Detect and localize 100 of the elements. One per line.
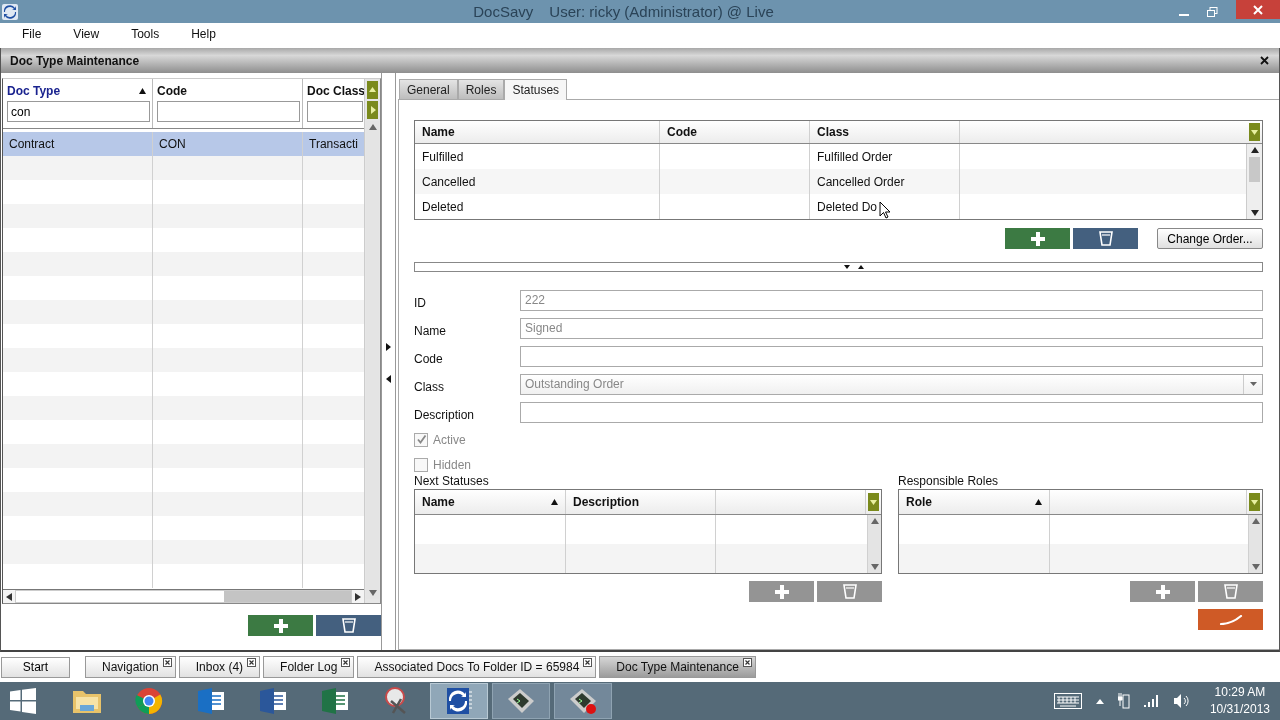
filter-field[interactable] [307, 101, 363, 122]
dropdown[interactable]: Outstanding Order [520, 373, 1263, 395]
tab[interactable]: Roles [457, 79, 505, 99]
window-title: DocSavy [473, 3, 534, 20]
input-field[interactable] [520, 345, 1263, 367]
column-header[interactable]: Doc Type [7, 83, 61, 98]
menu-item[interactable]: File [12, 27, 52, 41]
column-header[interactable]: Doc Class [307, 83, 364, 98]
document-app-icon [259, 687, 287, 715]
trash-icon [341, 618, 356, 633]
column-chooser-icon[interactable] [1249, 123, 1260, 141]
check-icon [415, 434, 427, 445]
show-hidden-icons-icon[interactable] [1095, 698, 1104, 704]
signal-icon[interactable] [1143, 695, 1160, 707]
app-icon [2, 3, 18, 20]
add-button[interactable] [1005, 228, 1070, 249]
vertical-scrollbar[interactable] [1246, 144, 1262, 219]
filter-field[interactable] [157, 101, 300, 122]
input-field[interactable]: Signed [520, 317, 1263, 339]
delete-button[interactable] [1073, 228, 1138, 249]
scroll-right-arrow-icon[interactable] [355, 592, 361, 601]
column-header[interactable]: Code [660, 121, 810, 143]
delete-button[interactable] [817, 581, 882, 602]
close-icon[interactable] [1260, 56, 1269, 65]
column-header[interactable]: Class [810, 121, 960, 143]
table-cell-text: Transacti [308, 136, 359, 153]
taskbar-app[interactable] [554, 683, 612, 719]
collapse-bar[interactable] [414, 262, 1263, 272]
field-label: ID [414, 295, 427, 310]
close-icon[interactable] [162, 658, 172, 667]
collapse-left-icon[interactable] [386, 375, 391, 383]
document-tab[interactable]: Inbox (4) [178, 656, 261, 678]
column-chooser-icon[interactable] [868, 493, 879, 511]
windows-start-icon[interactable] [10, 688, 36, 714]
battery-icon[interactable] [1117, 693, 1130, 709]
scroll-thumb[interactable] [223, 591, 351, 602]
scroll-right-icon[interactable] [367, 101, 378, 119]
close-icon[interactable] [742, 658, 752, 667]
volume-icon[interactable] [1173, 694, 1190, 708]
menu-item[interactable]: Tools [121, 27, 170, 41]
close-icon[interactable] [583, 658, 593, 667]
browser-icon [135, 687, 163, 715]
edit-button[interactable] [1198, 609, 1263, 630]
column-header[interactable]: Name [422, 490, 558, 514]
table-cell: Cancelled [415, 169, 660, 194]
taskbar-app[interactable] [430, 683, 488, 719]
document-tab[interactable]: Doc Type Maintenance [599, 656, 756, 678]
tab[interactable]: General [399, 79, 458, 99]
filter-field[interactable]: con [7, 101, 150, 122]
document-app-icon [197, 687, 225, 715]
scroll-thumb[interactable] [1249, 157, 1260, 182]
checkbox[interactable]: Active [414, 426, 1263, 451]
add-button[interactable] [248, 615, 313, 636]
collapse-arrows-icon [843, 264, 864, 270]
expand-right-icon[interactable] [386, 343, 391, 351]
column-header[interactable]: Description [573, 490, 708, 514]
scroll-left-icon[interactable] [6, 592, 12, 601]
checkbox[interactable]: Hidden [414, 451, 1263, 476]
restore-icon[interactable] [1207, 6, 1218, 17]
change-order-button[interactable]: Change Order... [1157, 228, 1263, 249]
panel-title: Doc Type Maintenance [10, 53, 140, 68]
document-tab[interactable]: Navigation [85, 656, 176, 678]
horizontal-scrollbar[interactable] [3, 589, 364, 603]
clock[interactable]: 10:29 AM 10/31/2013 [1209, 684, 1270, 718]
tab[interactable]: Statuses [504, 79, 568, 100]
input-field[interactable]: 222 [520, 289, 1263, 311]
column-header[interactable]: Name [415, 121, 660, 143]
document-app-icon [321, 687, 349, 715]
document-tab[interactable]: Folder Log [263, 656, 355, 678]
menu-item[interactable]: Help [181, 27, 226, 41]
add-button[interactable] [749, 581, 814, 602]
scroll-down-icon[interactable] [1250, 210, 1259, 216]
mouse-pointer-icon [879, 200, 892, 219]
trash-icon [1223, 584, 1238, 599]
column-header[interactable]: Code [157, 83, 187, 98]
user-label: User: ricky (Administrator) @ Live [549, 3, 774, 20]
taskbar-app[interactable] [492, 683, 550, 719]
column-chooser-icon[interactable] [1249, 493, 1260, 511]
add-button[interactable] [1130, 581, 1195, 602]
menu-item[interactable]: View [63, 27, 110, 41]
plus-icon [1155, 584, 1170, 599]
input-field[interactable] [520, 401, 1263, 423]
keyboard-icon[interactable] [1053, 693, 1082, 709]
caret-icon [1249, 382, 1257, 386]
table-cell: Deleted [415, 194, 660, 219]
field-label: Code [414, 351, 444, 366]
field-label: Name [414, 323, 447, 338]
pen-stroke-icon [1218, 614, 1243, 625]
table-row[interactable]: Contract CON Transacti [3, 132, 364, 156]
delete-button[interactable] [316, 615, 381, 636]
delete-button[interactable] [1198, 581, 1263, 602]
scroll-up-icon[interactable] [1250, 147, 1259, 153]
close-icon[interactable] [247, 658, 257, 667]
section-title: Responsible Roles [898, 474, 999, 489]
close-button[interactable] [1236, 0, 1280, 19]
start-button[interactable]: Start [1, 656, 70, 678]
close-icon[interactable] [341, 658, 351, 667]
plus-icon [273, 618, 288, 633]
scroll-top-icon[interactable] [367, 81, 378, 99]
document-tab[interactable]: Associated Docs To Folder ID = 65984 [357, 656, 597, 678]
